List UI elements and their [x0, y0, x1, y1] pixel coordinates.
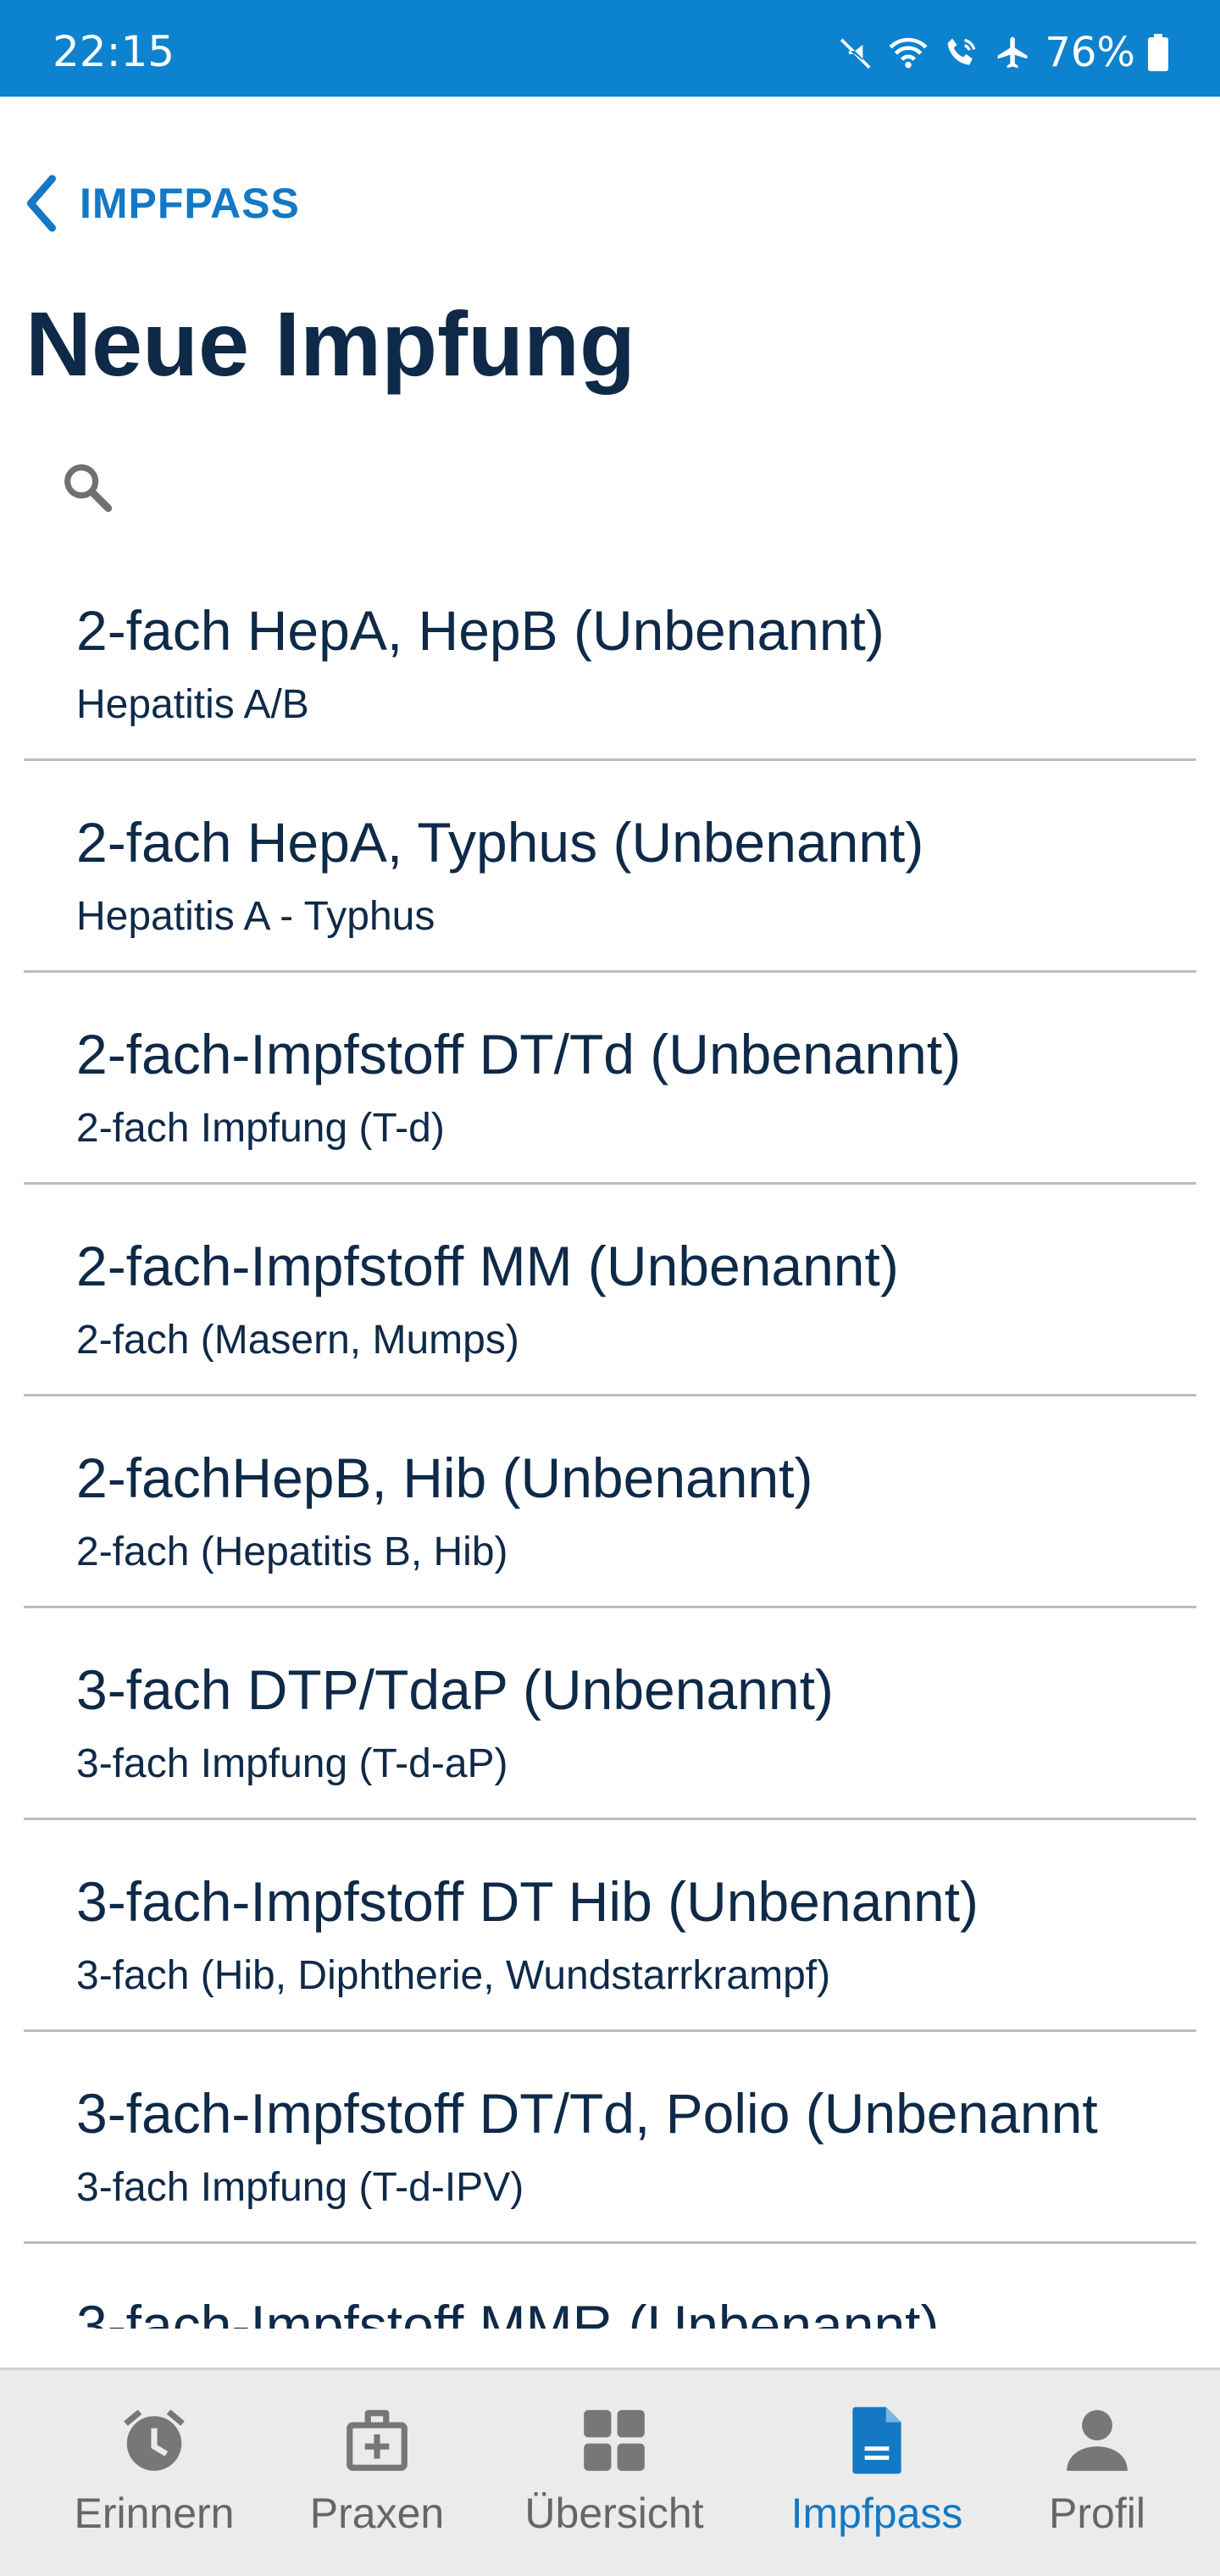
nav-label: Übersicht	[524, 2490, 704, 2537]
alarm-clock-icon	[124, 2409, 185, 2471]
airplane-icon	[997, 36, 1028, 69]
grid-icon	[584, 2410, 645, 2471]
vaccine-subtitle: 2-fach Impfung (T-d)	[76, 1106, 445, 1151]
mute-icon	[840, 38, 871, 69]
person-icon	[1067, 2410, 1128, 2471]
nav-item-praxen[interactable]: Praxen	[292, 2404, 462, 2557]
vaccine-title: 2-fach HepA, HepB (Unbenannt)	[76, 599, 884, 662]
vaccine-title: 2-fachHepB, Hib (Unbenannt)	[76, 1446, 813, 1509]
document-icon	[852, 2407, 901, 2474]
vaccine-title: 3-fach DTP/TdaP (Unbenannt)	[76, 1658, 834, 1721]
vaccine-subtitle: 3-fach (Hib, Diphtherie, Wundstarrkrampf…	[76, 1953, 831, 1998]
list-item[interactable]: 2-fach HepA, Typhus (Unbenannt) Hepatiti…	[24, 761, 1196, 973]
wifi-calling-icon	[947, 38, 976, 65]
vaccine-subtitle: 3-fach Impfung (T-d-IPV)	[76, 2165, 524, 2210]
vaccine-list: 2-fach HepA, HepB (Unbenannt) Hepatitis …	[24, 549, 1196, 2329]
back-button[interactable]: IMPFPASS	[24, 169, 300, 237]
medical-bag-icon	[347, 2410, 408, 2471]
vaccine-subtitle: Hepatitis A - Typhus	[76, 894, 435, 939]
nav-item-uebersicht[interactable]: Übersicht	[513, 2404, 716, 2557]
vaccine-subtitle: Hepatitis A/B	[76, 682, 309, 727]
page-title: Neue Impfung	[25, 292, 635, 395]
vaccine-title: 2-fach HepA, Typhus (Unbenannt)	[76, 811, 924, 874]
vaccine-title: 3-fach-Impfstoff DT Hib (Unbenannt)	[76, 1870, 979, 1933]
vaccine-subtitle: 2-fach (Hepatitis B, Hib)	[76, 1530, 508, 1574]
vaccine-title: 2-fach-Impfstoff MM (Unbenannt)	[76, 1235, 899, 1297]
nav-label: Profil	[1049, 2490, 1145, 2537]
nav-label: Praxen	[309, 2490, 445, 2537]
status-time: 22:15	[53, 27, 175, 76]
nav-label: Impfpass	[790, 2490, 963, 2537]
nav-item-erinnern[interactable]: Erinnern	[69, 2404, 239, 2557]
search-bar[interactable]	[59, 453, 1161, 521]
search-input[interactable]	[141, 463, 1076, 512]
list-item[interactable]: 3-fach-Impfstoff DT Hib (Unbenannt) 3-fa…	[24, 1820, 1196, 2032]
list-item[interactable]: 2-fach-Impfstoff DT/Td (Unbenannt) 2-fac…	[24, 973, 1196, 1185]
list-item[interactable]: 2-fach-Impfstoff MM (Unbenannt) 2-fach (…	[24, 1185, 1196, 1396]
vaccine-title: 2-fach-Impfstoff DT/Td (Unbenannt)	[76, 1023, 962, 1085]
vaccine-subtitle: 2-fach (Masern, Mumps)	[76, 1318, 519, 1363]
list-item[interactable]: 3-fach DTP/TdaP (Unbenannt) 3-fach Impfu…	[24, 1608, 1196, 1820]
battery-percent: 76%	[1045, 29, 1135, 76]
back-label: IMPFPASS	[80, 180, 300, 227]
list-item[interactable]: 2-fach HepA, HepB (Unbenannt) Hepatitis …	[24, 549, 1196, 761]
nav-item-profil[interactable]: Profil	[1012, 2404, 1182, 2557]
vaccine-subtitle: 3-fach Impfung (T-d-aP)	[76, 1741, 508, 1786]
list-item[interactable]: 3-fach-Impfstoff MMR (Unbenannt)	[24, 2244, 1196, 2329]
nav-item-impfpass[interactable]: Impfpass	[775, 2404, 979, 2557]
list-item[interactable]: 3-fach-Impfstoff DT/Td, Polio (Unbenannt…	[24, 2032, 1196, 2244]
list-item[interactable]: 2-fachHepB, Hib (Unbenannt) 2-fach (Hepa…	[24, 1396, 1196, 1608]
search-icon	[64, 464, 113, 513]
status-icons: 76%	[838, 29, 1169, 76]
nav-label: Erinnern	[74, 2490, 235, 2537]
bottom-nav: Erinnern Praxen Übersicht Impfpass Profi…	[0, 2368, 1220, 2576]
vaccine-title: 3-fach-Impfstoff DT/Td, Polio (Unbenannt	[76, 2082, 1098, 2145]
battery-icon	[1148, 34, 1168, 71]
status-bar: 22:15 76%	[0, 0, 1220, 97]
chevron-left-icon	[26, 175, 56, 232]
wifi-icon	[889, 37, 928, 69]
vaccine-title: 3-fach-Impfstoff MMR (Unbenannt)	[76, 2294, 940, 2329]
